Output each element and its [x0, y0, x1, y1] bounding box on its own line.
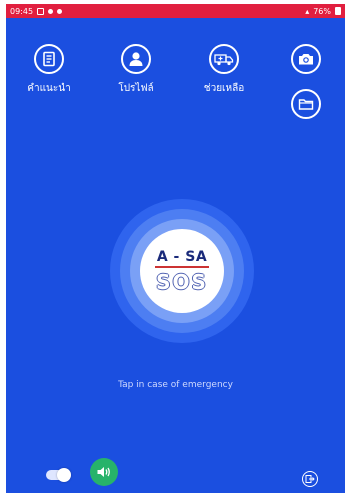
toggle-knob: [57, 468, 71, 482]
logo-sos-text: SOS: [156, 269, 208, 294]
emergency-hint: Tap in case of emergency: [118, 380, 233, 390]
battery-percent: 76%: [313, 6, 331, 16]
logo-brand-text: A - SA: [156, 248, 208, 265]
guide-label: คำแนะนำ: [27, 83, 71, 94]
help-button[interactable]: ช่วยเหลือ: [198, 44, 250, 96]
sos-logo: A - SA SOS: [140, 229, 224, 313]
notification-icon-2: [57, 8, 63, 14]
logo-underline: [155, 265, 209, 268]
toggle-switch[interactable]: [46, 468, 71, 482]
speaker-button[interactable]: [90, 458, 118, 486]
camera-button[interactable]: [291, 44, 321, 74]
app-screen: 09:45 ▴ 76% คำแนะนำ โปรไฟล์ ช่วยเหลือ A …: [6, 4, 345, 493]
profile-label: โปรไฟล์: [118, 83, 154, 94]
speaker-icon: [97, 467, 110, 477]
logout-icon: [305, 475, 315, 483]
user-icon: [121, 44, 151, 74]
status-time: 09:45: [10, 6, 34, 16]
ambulance-icon: [209, 44, 239, 74]
folder-icon: [291, 89, 321, 119]
gallery-notification-icon: [37, 7, 45, 15]
status-bar: 09:45 ▴ 76%: [6, 4, 345, 18]
logout-button[interactable]: [302, 471, 318, 487]
signal-icon: ▴: [305, 6, 310, 16]
camera-icon: [291, 44, 321, 74]
battery-icon: [335, 7, 341, 15]
help-label: ช่วยเหลือ: [203, 83, 245, 94]
profile-button[interactable]: โปรไฟล์: [110, 44, 162, 96]
notification-icon: [48, 8, 54, 14]
sos-button[interactable]: A - SA SOS: [110, 199, 254, 343]
gallery-button[interactable]: [291, 89, 321, 119]
document-icon: [34, 44, 64, 74]
guide-button[interactable]: คำแนะนำ: [23, 44, 75, 96]
